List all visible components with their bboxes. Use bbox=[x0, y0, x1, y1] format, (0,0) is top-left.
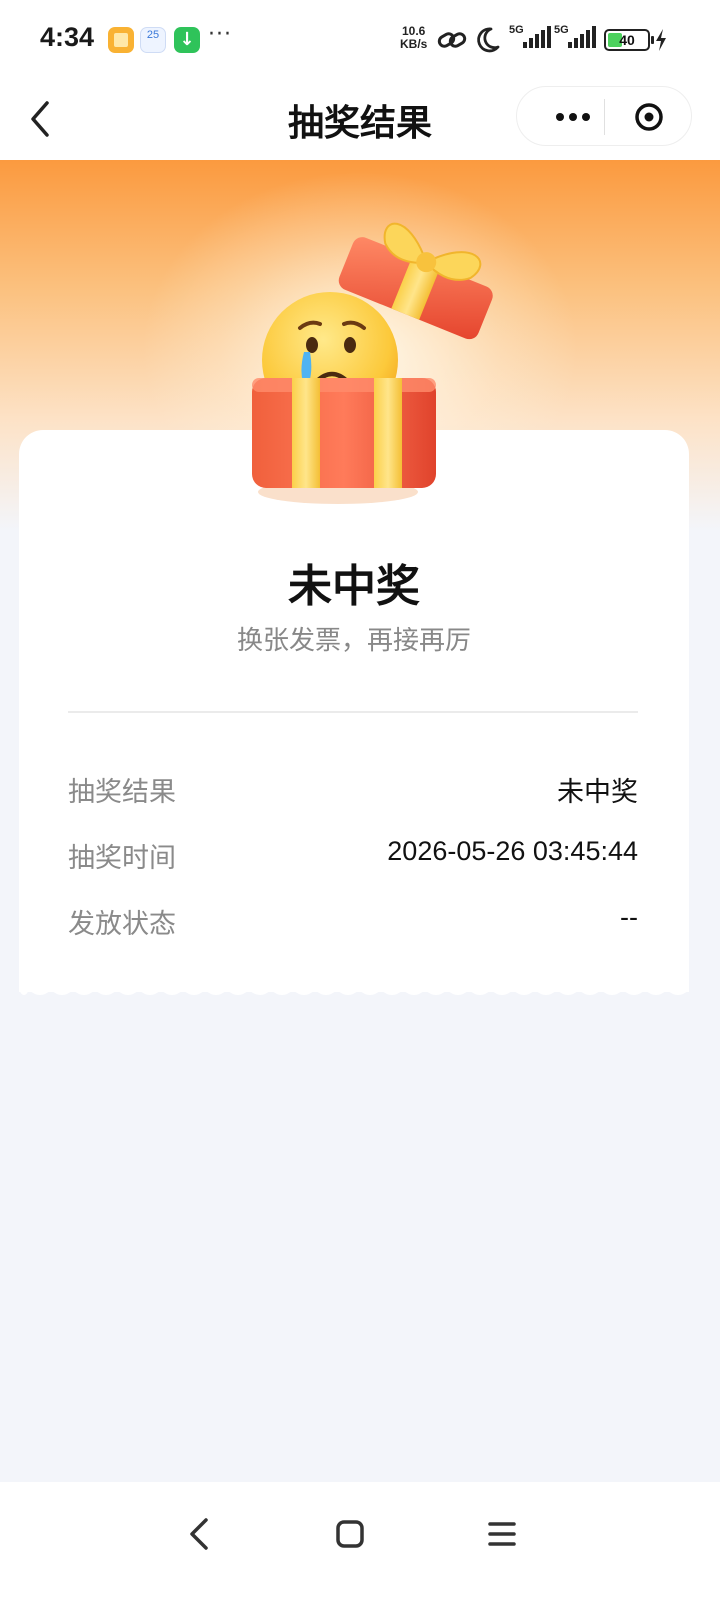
status-bar: 4:34 25 ↓ ··· 10.6 KB/s 5G 5G 40 bbox=[0, 0, 720, 80]
close-circle-icon bbox=[635, 103, 663, 131]
link-icon bbox=[437, 32, 467, 48]
system-back-button[interactable] bbox=[170, 1504, 230, 1564]
detail-label: 抽奖时间 bbox=[68, 843, 176, 874]
network-speed: 10.6 KB/s bbox=[400, 25, 427, 51]
calendar-app-icon: 25 bbox=[140, 27, 166, 53]
system-menu-icon bbox=[488, 1522, 516, 1546]
system-home-icon bbox=[336, 1520, 364, 1548]
download-app-icon: ↓ bbox=[174, 27, 200, 53]
more-dots-icon bbox=[556, 113, 590, 121]
detail-label: 抽奖结果 bbox=[68, 777, 176, 808]
detail-value: 未中奖 bbox=[557, 777, 638, 808]
notes-app-icon bbox=[108, 27, 134, 53]
capsule-divider bbox=[604, 99, 605, 135]
status-time: 4:34 bbox=[40, 22, 95, 52]
battery-level: 40 bbox=[619, 32, 635, 48]
charging-bolt-icon bbox=[656, 29, 666, 51]
sad-gift-box-illustration bbox=[252, 222, 493, 504]
detail-value: -- bbox=[620, 902, 638, 932]
detail-label: 发放状态 bbox=[68, 909, 176, 940]
signal-5g-sim1-icon: 5G bbox=[509, 24, 553, 52]
card-scalloped-edge bbox=[19, 982, 689, 995]
system-back-icon bbox=[190, 1518, 208, 1550]
network-speed-unit: KB/s bbox=[400, 37, 428, 51]
battery-icon: 40 bbox=[604, 29, 654, 51]
card-divider bbox=[68, 711, 638, 713]
navigation-bar: 抽奖结果 bbox=[0, 80, 720, 160]
phone-screen: 4:34 25 ↓ ··· 10.6 KB/s 5G 5G 40 抽奖结果 未中… bbox=[0, 0, 720, 1600]
system-recents-button[interactable] bbox=[472, 1504, 532, 1564]
close-mini-program-button[interactable] bbox=[617, 87, 683, 147]
result-card: 未中奖 换张发票，再接再厉 抽奖结果 未中奖 抽奖时间 2026-05-26 0… bbox=[19, 430, 689, 992]
detail-row-time: 抽奖时间 2026-05-26 03:45:44 bbox=[68, 836, 638, 876]
signal-5g-sim2-icon: 5G bbox=[554, 24, 598, 52]
more-options-button[interactable] bbox=[531, 87, 597, 147]
more-notifications-icon: ··· bbox=[208, 22, 232, 47]
mini-program-capsule bbox=[516, 86, 692, 146]
do-not-disturb-moon-icon bbox=[477, 27, 500, 53]
detail-row-result: 抽奖结果 未中奖 bbox=[68, 770, 638, 810]
result-subtitle: 换张发票，再接再厉 bbox=[236, 626, 471, 656]
result-title: 未中奖 bbox=[288, 561, 420, 612]
system-home-button[interactable] bbox=[320, 1504, 380, 1564]
system-navigation-bar bbox=[0, 1482, 720, 1600]
detail-value: 2026-05-26 03:45:44 bbox=[387, 836, 638, 866]
detail-row-status: 发放状态 -- bbox=[68, 902, 638, 942]
